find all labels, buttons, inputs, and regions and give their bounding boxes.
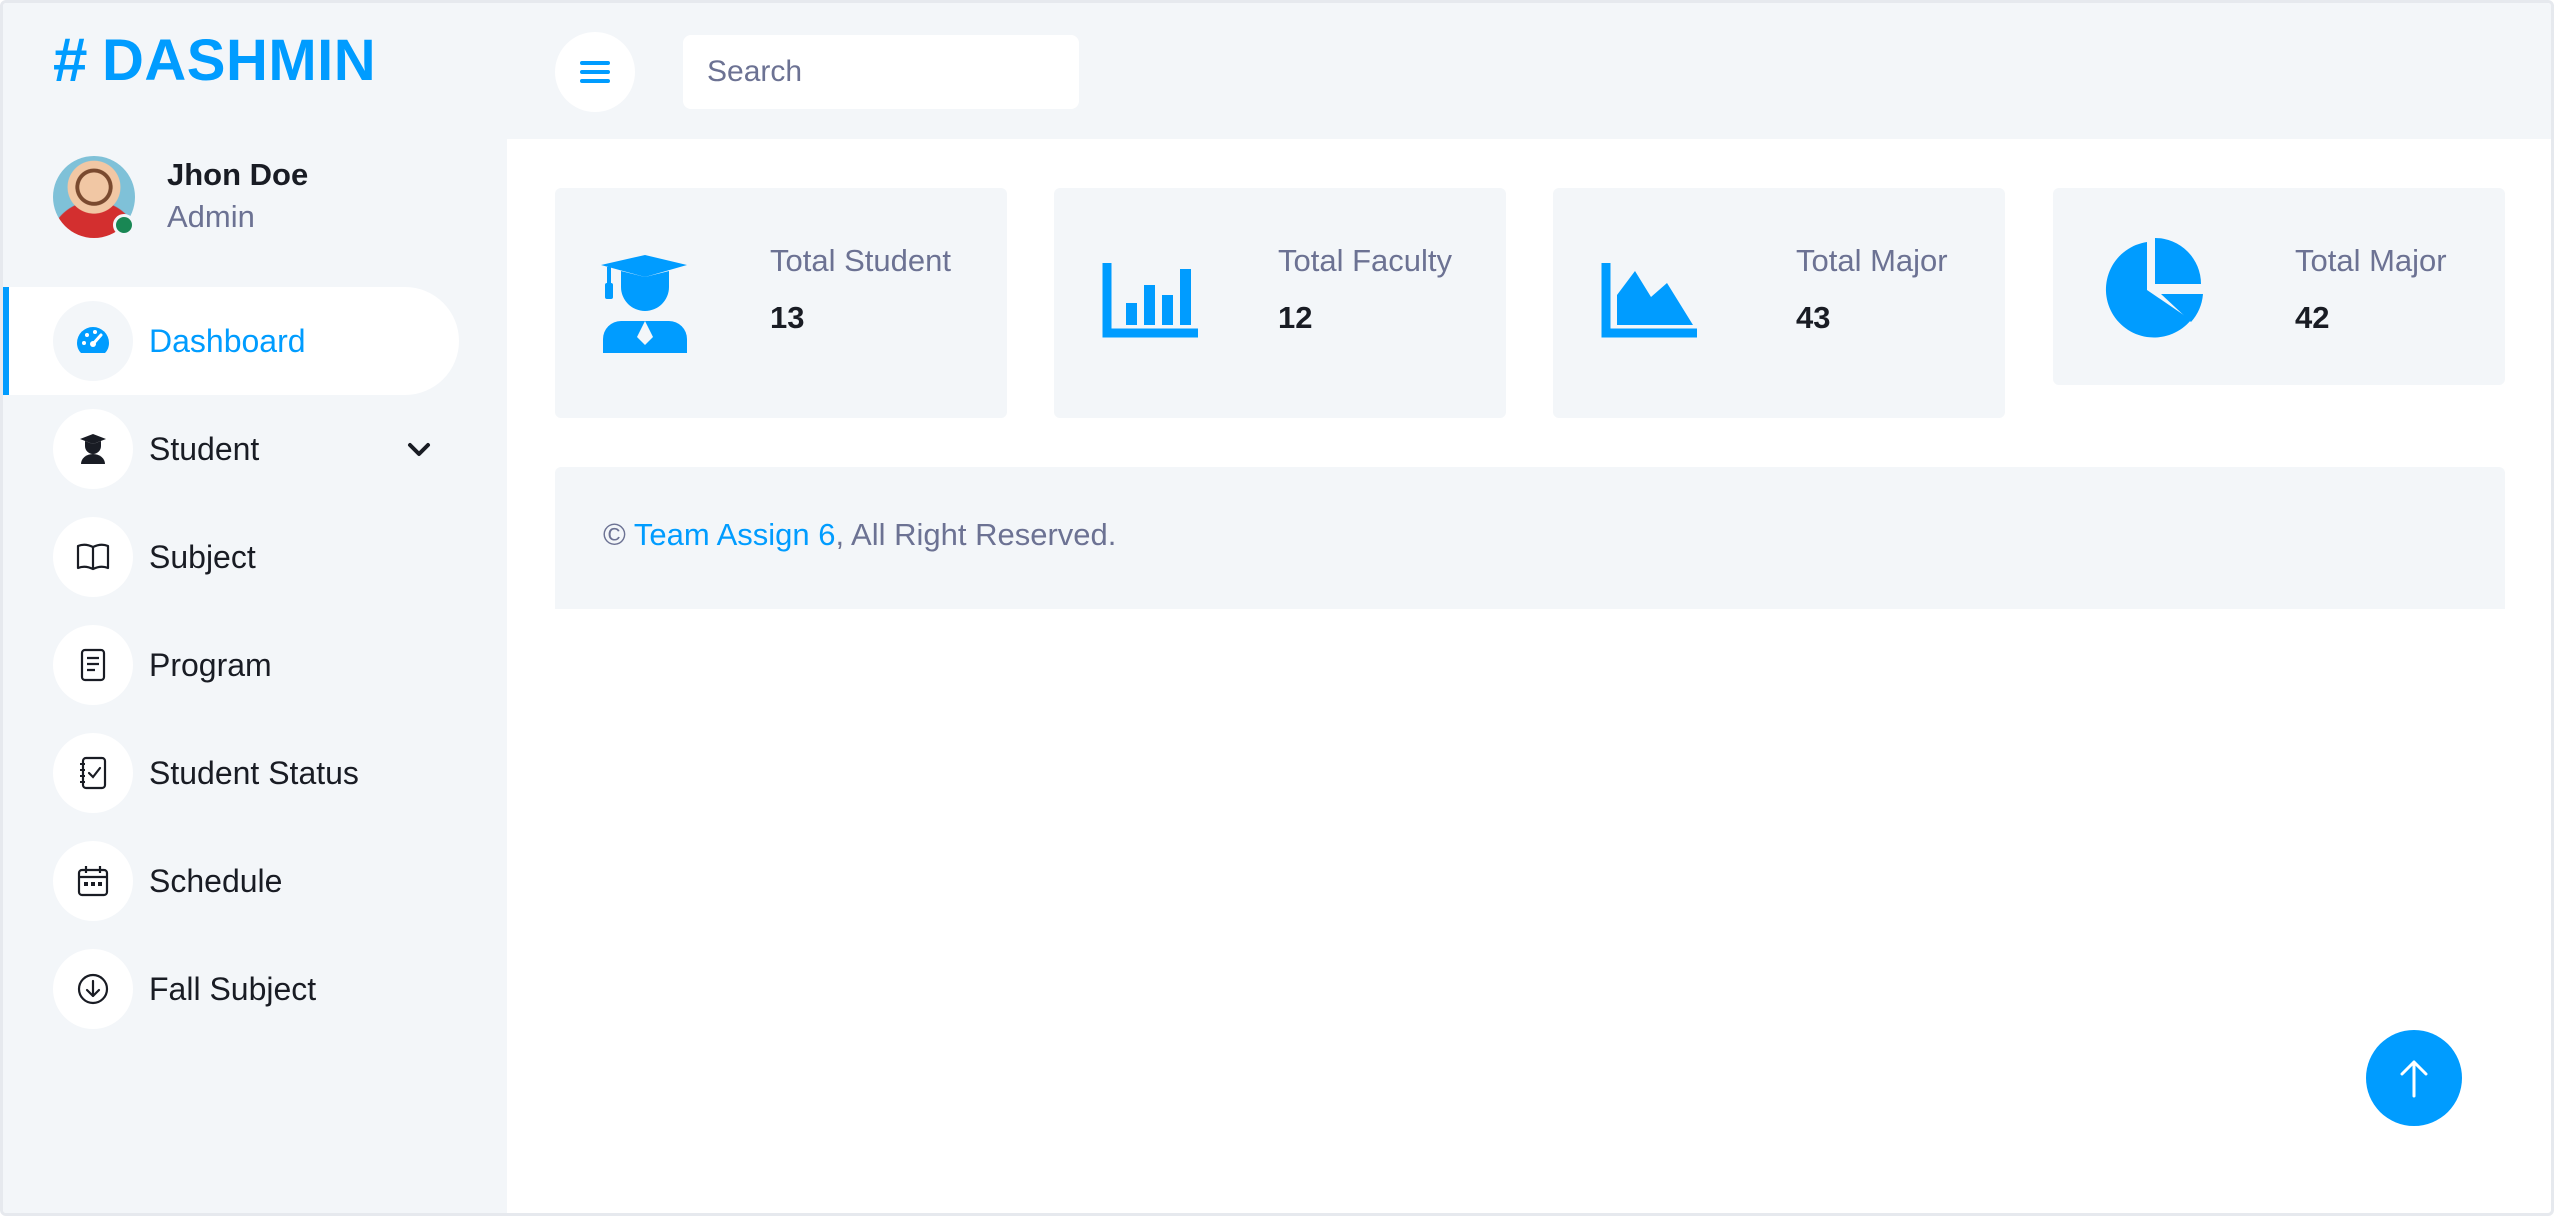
footer-team-link[interactable]: Team Assign 6 <box>634 517 836 552</box>
sidebar-item-label: Student Status <box>149 754 359 791</box>
footer-rights-text: , All Right Reserved. <box>835 517 1117 552</box>
arrow-down-circle-icon <box>53 949 133 1029</box>
copyright-symbol: © <box>603 517 626 552</box>
checklist-icon <box>53 733 133 813</box>
footer-copyright: © Team Assign 6, All Right Reserved. <box>603 517 1116 553</box>
back-to-top-button[interactable] <box>2366 1030 2462 1126</box>
sidebar-item-program[interactable]: Program <box>3 611 507 719</box>
graduate-icon <box>53 409 133 489</box>
sidebar-item-student-status[interactable]: Student Status <box>3 719 507 827</box>
sidebar-item-label: Student <box>149 430 260 467</box>
topbar <box>507 3 2551 139</box>
stat-label: Total Major <box>2295 243 2447 278</box>
menu-toggle-button[interactable] <box>555 32 635 112</box>
sidebar-item-label: Schedule <box>149 862 283 899</box>
sidebar-item-label: Program <box>149 646 272 683</box>
sidebar-item-schedule[interactable]: Schedule <box>3 827 507 935</box>
stat-card-total-faculty: Total Faculty 12 <box>1054 188 1506 418</box>
avatar <box>53 156 135 238</box>
arrow-up-icon <box>2400 1060 2428 1098</box>
chevron-down-icon[interactable] <box>405 435 433 472</box>
sidebar-item-fall-subject[interactable]: Fall Subject <box>3 935 507 1043</box>
brand-hash: # <box>53 26 88 95</box>
stat-label: Total Major <box>1796 243 1948 278</box>
graduate-icon <box>599 253 689 358</box>
stat-value: 12 <box>1278 300 1313 335</box>
stat-value: 43 <box>1796 300 1831 335</box>
brand-logo[interactable]: # DASHMIN <box>53 25 376 96</box>
sidebar: # DASHMIN Jhon Doe Admin Dashboard Stude… <box>3 3 507 1213</box>
sidebar-item-label: Dashboard <box>149 322 306 359</box>
sidebar-item-subject[interactable]: Subject <box>3 503 507 611</box>
stat-value: 42 <box>2295 300 2330 335</box>
sidebar-item-label: Subject <box>149 538 256 575</box>
online-status-dot <box>113 214 135 236</box>
brand-name: DASHMIN <box>101 28 377 93</box>
stat-card-total-major-2: Total Major 42 <box>2053 188 2505 385</box>
bar-chart-icon <box>1102 263 1200 346</box>
hamburger-icon <box>580 61 610 83</box>
area-chart-icon <box>1601 263 1699 346</box>
footer: © Team Assign 6, All Right Reserved. <box>555 467 2505 609</box>
calendar-icon <box>53 841 133 921</box>
stat-value: 13 <box>770 300 805 335</box>
sidebar-item-label: Fall Subject <box>149 970 317 1007</box>
stat-label: Total Student <box>770 243 951 278</box>
document-icon <box>53 625 133 705</box>
book-icon <box>53 517 133 597</box>
user-profile: Jhon Doe Admin <box>53 155 308 239</box>
pie-chart-icon <box>2099 238 2207 343</box>
sidebar-item-dashboard[interactable]: Dashboard <box>3 287 459 395</box>
stat-label: Total Faculty <box>1278 243 1453 278</box>
stat-card-total-major-1: Total Major 43 <box>1553 188 2005 418</box>
speedometer-icon <box>53 301 133 381</box>
profile-role: Admin <box>167 199 255 234</box>
sidebar-item-student[interactable]: Student <box>3 395 507 503</box>
search-input[interactable] <box>683 35 1079 109</box>
sidebar-nav: Dashboard Student Subject Program Studen… <box>3 287 507 1043</box>
profile-name: Jhon Doe <box>167 157 309 192</box>
stat-card-total-student: Total Student 13 <box>555 188 1007 418</box>
app-frame: # DASHMIN Jhon Doe Admin Dashboard Stude… <box>0 0 2554 1216</box>
